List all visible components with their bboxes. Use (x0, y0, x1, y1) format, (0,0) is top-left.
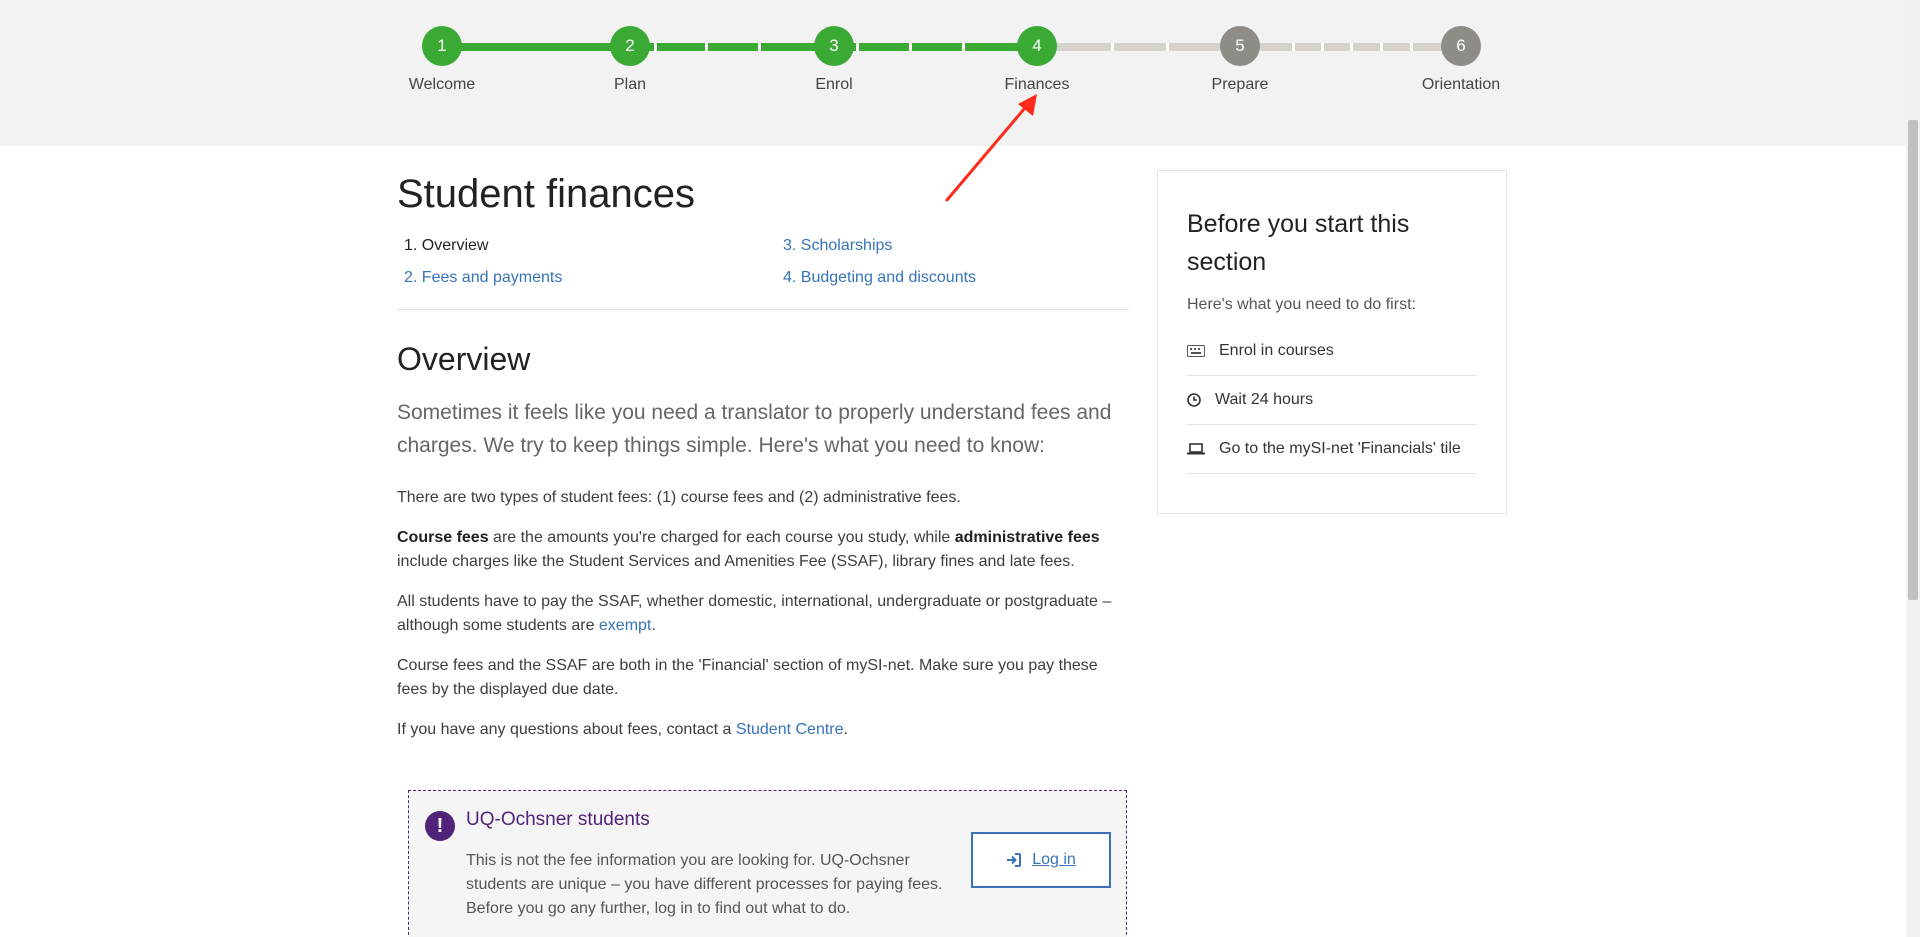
paragraph: Course fees are the amounts you're charg… (397, 526, 1129, 574)
step-prepare[interactable]: 5 Prepare (1180, 26, 1300, 94)
toc-item-fees[interactable]: 2. Fees and payments (404, 268, 562, 288)
section-nav: 1. Overview 2. Fees and payments 3. Scho… (397, 232, 1129, 310)
list-item: Enrol in courses (1187, 327, 1476, 376)
step-label: Plan (613, 76, 647, 93)
segment-divider (1321, 43, 1324, 51)
sidebar-title: Before you start this section (1187, 210, 1410, 276)
main-content: Student finances 1. Overview 2. Fees and… (397, 170, 1129, 742)
step-number: 2 (610, 26, 650, 66)
segment-divider (1350, 43, 1353, 51)
step-label: Enrol (815, 76, 853, 93)
section-title: Overview (397, 341, 531, 377)
sidebar-subtitle: Here's what you need to do first: (1187, 296, 1416, 313)
list-item: Wait 24 hours (1187, 376, 1476, 425)
task-label: Go to the mySI-net 'Financials' tile (1219, 440, 1461, 457)
paragraph: All students have to pay the SSAF, wheth… (397, 590, 1129, 638)
step-label: Welcome (408, 76, 476, 93)
uq-ochsner-callout: ! UQ-Ochsner students This is not the fe… (408, 790, 1127, 937)
toc-item-budgeting[interactable]: 4. Budgeting and discounts (783, 268, 976, 288)
segment-divider (909, 43, 912, 51)
callout-body: This is not the fee information you are … (466, 852, 943, 917)
list-item: Go to the mySI-net 'Financials' tile (1187, 425, 1476, 474)
before-you-start-panel: Before you start this section Here's wha… (1157, 170, 1507, 514)
log-in-button[interactable]: Log in (971, 832, 1111, 888)
segment-divider (1111, 43, 1114, 51)
laptop-icon (1187, 443, 1205, 455)
bold-text: administrative fees (954, 529, 1100, 546)
task-label: Enrol in courses (1219, 342, 1334, 359)
step-number: 3 (814, 26, 854, 66)
segment-divider (758, 43, 761, 51)
text: . (651, 617, 656, 634)
text: include charges like the Student Service… (397, 553, 1075, 570)
log-in-label: Log in (1032, 851, 1076, 868)
step-plan[interactable]: 2 Plan (570, 26, 690, 94)
toc-item-overview: 1. Overview (404, 237, 489, 254)
keyboard-icon (1187, 345, 1205, 357)
step-label: Orientation (1421, 76, 1501, 93)
segment-divider (1380, 43, 1383, 51)
prerequisite-list: Enrol in courses Wait 24 hours Go to the… (1187, 327, 1476, 474)
segment-divider (705, 43, 708, 51)
paragraph: There are two types of student fees: (1)… (397, 489, 961, 506)
lead-paragraph: Sometimes it feels like you need a trans… (397, 401, 1112, 457)
page-title: Student finances (397, 172, 695, 216)
step-finances[interactable]: 4 Finances (977, 26, 1097, 94)
text: If you have any questions about fees, co… (397, 721, 736, 738)
bold-text: Course fees (397, 529, 489, 546)
text: are the amounts you're charged for each … (488, 529, 955, 546)
clock-icon (1187, 393, 1201, 407)
step-number: 6 (1441, 26, 1481, 66)
segment-divider (1166, 43, 1169, 51)
exempt-link[interactable]: exempt (599, 617, 651, 634)
paragraph: If you have any questions about fees, co… (397, 718, 1129, 742)
text: All students have to pay the SSAF, wheth… (397, 593, 1112, 634)
text: . (843, 721, 848, 738)
exclamation-icon: ! (425, 811, 455, 841)
step-welcome[interactable]: 1 Welcome (382, 26, 502, 94)
paragraph: Course fees and the SSAF are both in the… (397, 657, 1098, 698)
step-orientation[interactable]: 6 Orientation (1401, 26, 1521, 94)
student-centre-link[interactable]: Student Centre (736, 721, 844, 738)
step-label: Prepare (1211, 76, 1269, 93)
step-number: 4 (1017, 26, 1057, 66)
step-number: 5 (1220, 26, 1260, 66)
callout-title: UQ-Ochsner students (466, 809, 650, 830)
scrollbar-thumb[interactable] (1908, 120, 1918, 600)
step-number: 1 (422, 26, 462, 66)
task-label: Wait 24 hours (1215, 391, 1314, 408)
page-scrollbar[interactable] (1906, 0, 1920, 937)
sign-in-icon (1007, 853, 1022, 867)
toc-item-scholarships[interactable]: 3. Scholarships (783, 236, 892, 256)
step-enrol[interactable]: 3 Enrol (774, 26, 894, 94)
segment-divider (962, 43, 965, 51)
